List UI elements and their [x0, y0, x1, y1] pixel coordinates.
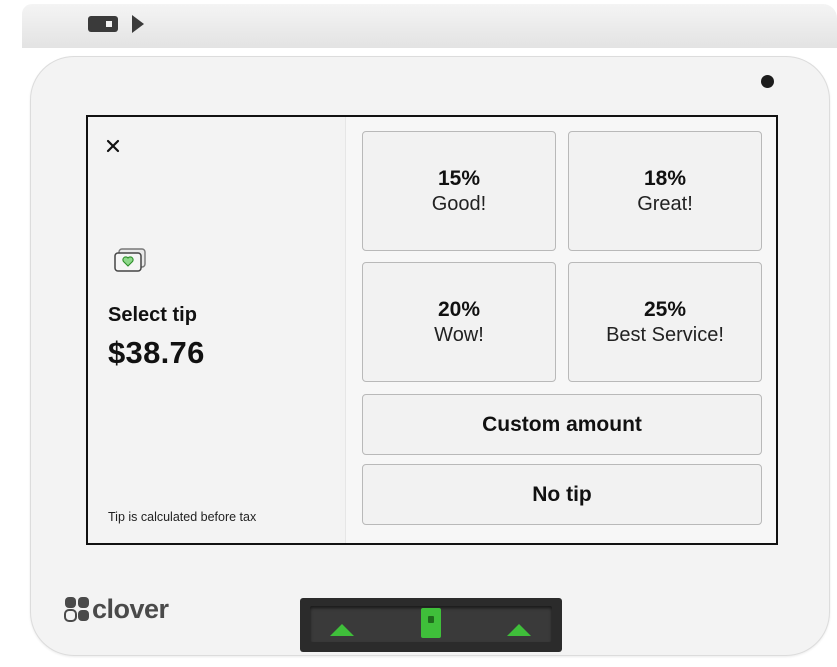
no-tip-label: No tip	[532, 482, 592, 506]
cash-heart-icon	[114, 248, 146, 272]
tip-percent: 15%	[437, 167, 481, 190]
tip-description: Wow!	[434, 324, 484, 346]
tip-summary-panel: Select tip $38.76 Tip is calculated befo…	[88, 117, 346, 543]
tip-percent: 20%	[437, 298, 481, 321]
tip-footnote: Tip is calculated before tax	[108, 510, 257, 524]
total-amount: $38.76	[108, 335, 205, 370]
device-screen: Select tip $38.76 Tip is calculated befo…	[86, 115, 778, 545]
tip-description: Good!	[431, 193, 487, 215]
clover-logo-mark	[64, 597, 89, 622]
tip-18-button[interactable]: 18% Great!	[568, 131, 762, 251]
camera	[761, 75, 774, 88]
clover-wordmark: clover	[92, 593, 169, 624]
tip-screen: Select tip $38.76 Tip is calculated befo…	[88, 117, 776, 543]
arrow-up-icon	[330, 624, 354, 636]
tip-percent: 18%	[643, 167, 687, 190]
custom-amount-button[interactable]: Custom amount	[362, 394, 762, 455]
tip-20-button[interactable]: 20% Wow!	[362, 262, 556, 382]
card-reader	[300, 598, 562, 652]
custom-amount-label: Custom amount	[482, 412, 642, 436]
tip-description: Best Service!	[606, 324, 724, 346]
tip-25-button[interactable]: 25% Best Service!	[568, 262, 762, 382]
arrow-up-icon	[507, 624, 531, 636]
card-insert-icon	[88, 15, 144, 33]
tip-description: Great!	[637, 193, 693, 215]
clover-logo: clover	[64, 594, 169, 624]
close-icon[interactable]	[102, 135, 124, 157]
tip-percent: 25%	[643, 298, 687, 321]
card-icon	[421, 608, 441, 638]
tip-15-button[interactable]: 15% Good!	[362, 131, 556, 251]
select-tip-label: Select tip	[108, 304, 197, 326]
no-tip-button[interactable]: No tip	[362, 464, 762, 525]
